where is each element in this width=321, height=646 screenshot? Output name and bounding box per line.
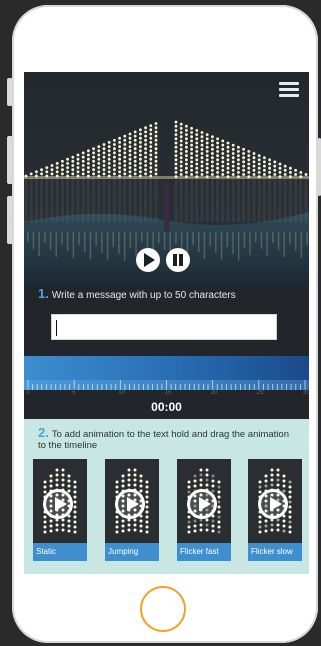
animation-label: Static: [33, 543, 87, 561]
step-number: 1.: [38, 286, 49, 301]
app-screen: 1. Write a message with up to 50 characte…: [24, 72, 309, 574]
timeline-ruler: [24, 380, 309, 390]
step-text: To add animation to the text hold and dr…: [38, 429, 289, 451]
step-text: Write a message with up to 50 characters: [51, 290, 236, 301]
step-1-instruction: 1. Write a message with up to 50 characte…: [38, 286, 236, 301]
text-caret: [56, 320, 57, 336]
animation-panel: 2. To add animation to the text hold and …: [24, 419, 309, 574]
timeline-track[interactable]: [24, 356, 309, 390]
animation-card-flicker-fast[interactable]: Flicker fast: [177, 459, 231, 561]
hamburger-icon[interactable]: [279, 82, 299, 98]
play-icon: [115, 489, 145, 519]
pause-button[interactable]: [166, 248, 190, 272]
step-2-instruction: 2. To add animation to the text hold and …: [38, 425, 293, 451]
tick-label: 10: [118, 390, 125, 396]
tick-label: 30: [303, 390, 309, 396]
tick-label: 15: [164, 390, 172, 396]
tick-label: 5: [72, 390, 76, 396]
animation-card-jumping[interactable]: Jumping: [105, 459, 159, 561]
play-button[interactable]: [136, 248, 160, 272]
play-icon: [43, 489, 73, 519]
play-icon: [258, 489, 288, 519]
home-button[interactable]: [140, 586, 186, 632]
animation-label: Flicker slow: [248, 543, 302, 561]
play-icon: [187, 489, 217, 519]
animation-card-flicker-slow[interactable]: Flicker slow: [248, 459, 302, 561]
animation-label: Jumping: [105, 543, 159, 561]
time-readout: 00:00: [151, 400, 182, 414]
tick-label: 20: [210, 390, 218, 396]
tick-label: 0: [26, 390, 30, 396]
animation-label: Flicker fast: [177, 543, 231, 561]
step-number: 2.: [38, 425, 49, 440]
message-input[interactable]: [51, 314, 277, 340]
tick-label: 25: [256, 390, 264, 396]
animation-card-static[interactable]: Static: [33, 459, 87, 561]
